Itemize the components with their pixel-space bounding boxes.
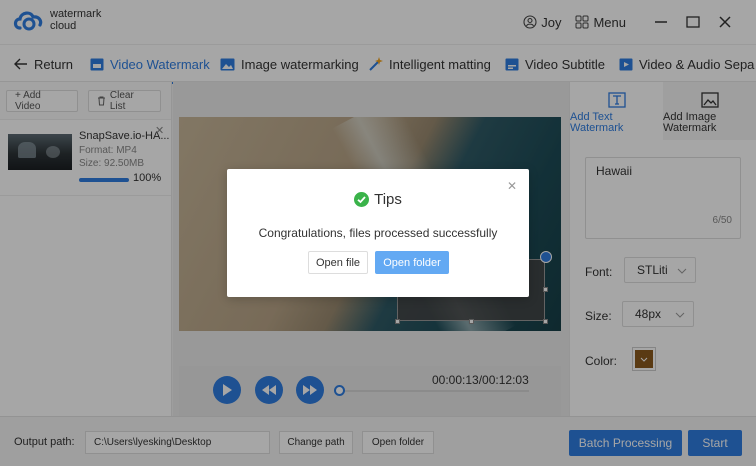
open-file-button[interactable]: Open file xyxy=(308,251,368,274)
tips-dialog: ✕ Tips Congratulations, files processed … xyxy=(227,169,529,297)
dialog-message: Congratulations, files processed success… xyxy=(258,226,498,240)
check-circle-icon xyxy=(354,192,370,207)
dialog-open-folder-button[interactable]: Open folder xyxy=(375,251,449,274)
dialog-title: Tips xyxy=(374,191,402,208)
